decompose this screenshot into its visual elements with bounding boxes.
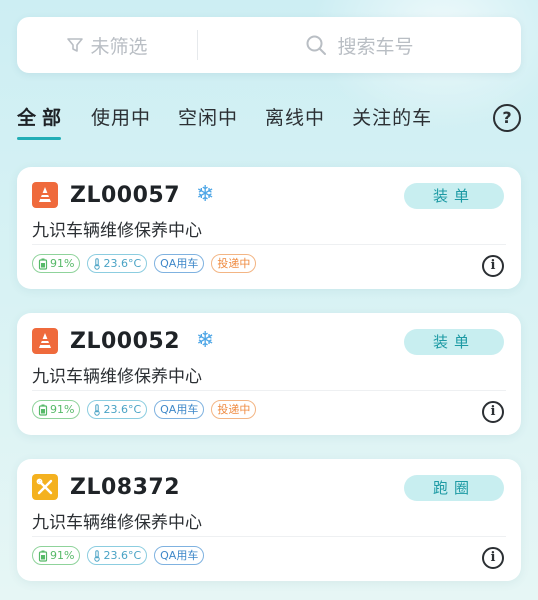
vehicle-card[interactable]: ZL08372 跑圈 九识车辆维修保养中心 91% 23.6°C QA用车 i <box>17 459 521 581</box>
thermometer-icon <box>94 257 101 270</box>
delivery-status-badge: 投递中 <box>211 400 257 419</box>
delivery-status-badge: 投递中 <box>211 254 257 273</box>
vehicle-plate: ZL08372 <box>70 474 181 500</box>
battery-badge: 91% <box>32 254 81 273</box>
station-name: 九识车辆维修保养中心 <box>32 221 202 241</box>
status-tags: 91% 23.6°C QA用车 投递中 <box>32 254 263 273</box>
status-tags: 91% 23.6°C QA用车 投递中 <box>32 400 263 419</box>
info-icon[interactable]: i <box>482 547 504 569</box>
temperature-badge: 23.6°C <box>87 400 148 419</box>
tab-offline[interactable]: 离线中 <box>265 100 325 140</box>
tab-idle[interactable]: 空闲中 <box>178 100 238 140</box>
station-name: 九识车辆维修保养中心 <box>32 367 202 387</box>
search-input[interactable]: 搜索车号 <box>198 17 521 73</box>
thermometer-icon <box>94 549 101 562</box>
vehicle-card[interactable]: ZL00057 ❄ 装单 九识车辆维修保养中心 91% 23.6°C QA用车 … <box>17 167 521 289</box>
snowflake-icon: ❄ <box>196 328 215 353</box>
station-name: 九识车辆维修保养中心 <box>32 513 202 533</box>
search-placeholder: 搜索车号 <box>337 35 414 58</box>
info-icon[interactable]: i <box>482 401 504 423</box>
divider <box>32 536 506 537</box>
qa-badge: QA用车 <box>154 546 205 565</box>
status-tabs: 全部 使用中 空闲中 离线中 关注的车 ? <box>17 100 521 140</box>
tab-in-use[interactable]: 使用中 <box>91 100 151 140</box>
vehicle-card[interactable]: ZL00052 ❄ 装单 九识车辆维修保养中心 91% 23.6°C QA用车 … <box>17 313 521 435</box>
traffic-cone-icon <box>32 328 58 354</box>
load-order-button[interactable]: 装单 <box>404 329 504 355</box>
traffic-cone-icon <box>32 182 58 208</box>
info-icon[interactable]: i <box>482 255 504 277</box>
help-icon[interactable]: ? <box>493 104 521 132</box>
vehicle-plate: ZL00057 <box>70 182 181 208</box>
battery-icon <box>38 404 48 416</box>
battery-icon <box>38 550 48 562</box>
qa-badge: QA用车 <box>154 400 205 419</box>
filter-icon <box>67 38 84 52</box>
battery-badge: 91% <box>32 400 81 419</box>
tab-all[interactable]: 全部 <box>17 100 67 140</box>
thermometer-icon <box>94 403 101 416</box>
snowflake-icon: ❄ <box>196 182 215 207</box>
lap-run-button[interactable]: 跑圈 <box>404 475 504 501</box>
battery-icon <box>38 258 48 270</box>
load-order-button[interactable]: 装单 <box>404 183 504 209</box>
filter-label: 未筛选 <box>90 35 148 58</box>
status-tags: 91% 23.6°C QA用车 <box>32 546 211 565</box>
qa-badge: QA用车 <box>154 254 205 273</box>
battery-badge: 91% <box>32 546 81 565</box>
divider <box>32 244 506 245</box>
temperature-badge: 23.6°C <box>87 254 148 273</box>
tab-followed[interactable]: 关注的车 <box>352 100 432 140</box>
search-icon <box>306 35 327 55</box>
divider <box>32 390 506 391</box>
top-search-bar: 未筛选 搜索车号 <box>17 17 521 73</box>
vehicle-plate: ZL00052 <box>70 328 181 354</box>
temperature-badge: 23.6°C <box>87 546 148 565</box>
wrench-screwdriver-icon <box>32 474 58 500</box>
filter-button[interactable]: 未筛选 <box>17 17 197 73</box>
